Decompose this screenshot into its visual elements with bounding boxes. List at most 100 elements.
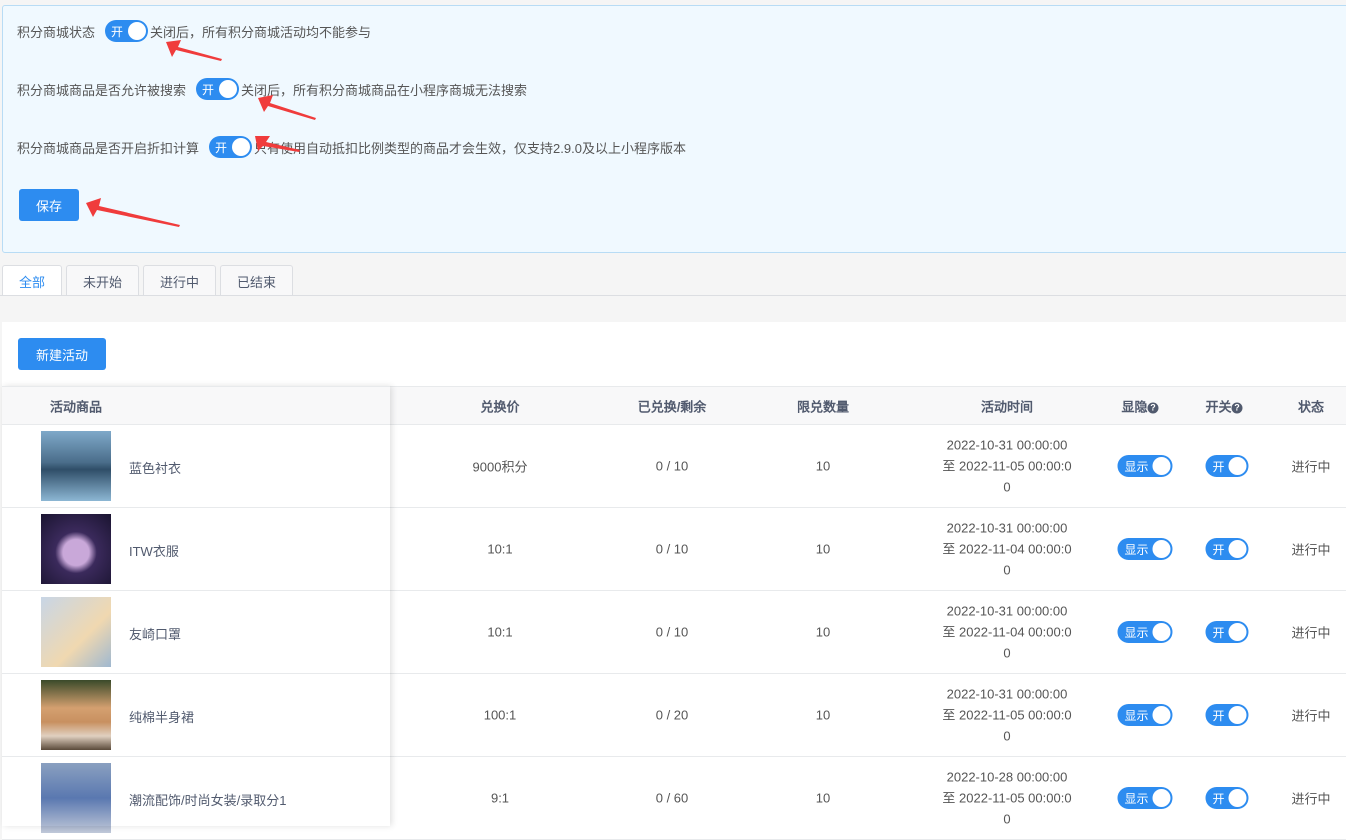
status-text: 进行中 (1291, 625, 1331, 641)
arrow-icon (166, 40, 222, 61)
exchanged-remaining: 0 / 10 (655, 541, 689, 557)
table-row: 潮流配饰/时尚女装/录取分1 9:1 0 / 60 10 2022-10-28 … (2, 757, 1346, 840)
help-icon[interactable]: ? (1231, 402, 1243, 414)
col-exchanged: 已兑换/剩余 (637, 399, 707, 414)
new-activity-button[interactable]: 新建活动 (18, 338, 106, 370)
enable-switch[interactable]: 开 (1205, 704, 1249, 726)
switch-text: 开 (1212, 542, 1225, 557)
price: 9000积分 (472, 459, 528, 475)
price: 10:1 (487, 624, 513, 640)
product-name: 友崎口罩 (129, 627, 182, 642)
tab-ended[interactable]: 已结束 (220, 265, 294, 296)
table-row: 纯棉半身裙 100:1 0 / 20 10 2022-10-31 00:00:0… (2, 674, 1346, 757)
time-end-wrap: 0 (1003, 811, 1011, 827)
limit-quantity: 10 (815, 458, 831, 474)
product-thumbnail (41, 431, 111, 501)
exchanged-remaining: 0 / 10 (655, 458, 689, 474)
product-thumbnail (41, 514, 111, 584)
status-text: 进行中 (1291, 542, 1331, 558)
col-product: 活动商品 (49, 399, 103, 414)
visibility-switch[interactable]: 显示 (1117, 538, 1173, 560)
col-switch: 开关? (1205, 396, 1243, 415)
enable-switch[interactable]: 开 (1205, 538, 1249, 560)
switch-knob (1152, 457, 1171, 475)
activity-time: 2022-10-31 00:00:00 至 2022-11-04 00:00:0 0 (942, 518, 1071, 581)
visibility-switch[interactable]: 显示 (1117, 704, 1173, 726)
activity-time: 2022-10-28 00:00:00 至 2022-11-05 00:00:0 0 (942, 767, 1071, 830)
exchanged-remaining: 0 / 20 (655, 707, 689, 723)
col-visible-label: 显隐 (1121, 399, 1148, 414)
product-thumbnail (41, 763, 111, 833)
status-tabs: 全部 未开始 进行中 已结束 (2, 265, 294, 296)
switch-text: 开 (1212, 459, 1225, 474)
col-visible: 显隐? (1121, 396, 1159, 415)
switch-knob (1152, 540, 1171, 558)
time-end: 至 2022-11-05 00:00:0 (942, 707, 1072, 723)
switch-knob (1152, 706, 1171, 724)
table-header: 活动商品 兑换价 已兑换/剩余 限兑数量 活动时间 显隐? 开关? 状态 (2, 386, 1346, 425)
exchanged-remaining: 0 / 60 (655, 790, 689, 806)
time-start: 2022-10-31 00:00:00 (946, 603, 1068, 619)
switch-text: 开 (1212, 791, 1225, 806)
enable-switch[interactable]: 开 (1205, 787, 1249, 809)
visibility-switch[interactable]: 显示 (1117, 455, 1173, 477)
product-name: 纯棉半身裙 (129, 710, 195, 725)
time-start: 2022-10-31 00:00:00 (946, 520, 1068, 536)
product-name: 蓝色衬衣 (129, 461, 182, 476)
switch-text: 显示 (1124, 459, 1149, 474)
time-start: 2022-10-31 00:00:00 (946, 686, 1068, 702)
arrow-icon (255, 136, 300, 152)
col-time: 活动时间 (980, 399, 1034, 414)
time-end: 至 2022-11-05 00:00:0 (942, 790, 1072, 806)
table-row: ITW衣服 10:1 0 / 10 10 2022-10-31 00:00:00… (2, 508, 1346, 591)
status-text: 进行中 (1291, 459, 1331, 475)
visibility-switch[interactable]: 显示 (1117, 621, 1173, 643)
tab-not-started[interactable]: 未开始 (66, 265, 140, 296)
switch-knob (1228, 623, 1247, 641)
product-name: ITW衣服 (129, 544, 179, 559)
col-price: 兑换价 (480, 399, 520, 414)
tab-all[interactable]: 全部 (2, 265, 63, 296)
time-end-wrap: 0 (1003, 562, 1011, 578)
annotation-arrows (86, 40, 316, 227)
enable-switch[interactable]: 开 (1205, 621, 1249, 643)
tab-in-progress[interactable]: 进行中 (143, 265, 217, 296)
activity-time: 2022-10-31 00:00:00 至 2022-11-04 00:00:0 0 (942, 601, 1071, 664)
switch-text: 显示 (1124, 708, 1149, 723)
switch-text: 开 (1212, 708, 1225, 723)
status-text: 进行中 (1291, 791, 1331, 807)
price: 10:1 (487, 541, 513, 557)
arrow-icon (258, 95, 316, 120)
activity-time: 2022-10-31 00:00:00 至 2022-11-05 00:00:0 0 (942, 684, 1071, 747)
switch-text: 开 (1212, 625, 1225, 640)
time-end-wrap: 0 (1003, 479, 1011, 495)
visibility-switch[interactable]: 显示 (1117, 787, 1173, 809)
tab-divider (0, 295, 1346, 296)
time-end: 至 2022-11-05 00:00:0 (942, 458, 1072, 474)
table-row: 友崎口罩 10:1 0 / 10 10 2022-10-31 00:00:00 至… (2, 591, 1346, 674)
col-limit: 限兑数量 (796, 399, 850, 414)
col-status: 状态 (1297, 399, 1325, 414)
product-thumbnail (41, 680, 111, 750)
product-thumbnail (41, 597, 111, 667)
exchanged-remaining: 0 / 10 (655, 624, 689, 640)
enable-switch[interactable]: 开 (1205, 455, 1249, 477)
arrow-icon (86, 198, 180, 227)
limit-quantity: 10 (815, 541, 831, 557)
switch-text: 显示 (1124, 625, 1149, 640)
switch-knob (1152, 789, 1171, 807)
time-end-wrap: 0 (1003, 728, 1011, 744)
help-icon[interactable]: ? (1147, 402, 1159, 414)
switch-text: 显示 (1124, 791, 1149, 806)
switch-knob (1152, 623, 1171, 641)
limit-quantity: 10 (815, 790, 831, 806)
status-text: 进行中 (1291, 708, 1331, 724)
switch-knob (1228, 540, 1247, 558)
time-start: 2022-10-28 00:00:00 (946, 769, 1068, 785)
switch-knob (1228, 457, 1247, 475)
table-row: 蓝色衬衣 9000积分 0 / 10 10 2022-10-31 00:00:0… (2, 425, 1346, 508)
limit-quantity: 10 (815, 624, 831, 640)
time-end: 至 2022-11-04 00:00:0 (942, 624, 1072, 640)
switch-text: 显示 (1124, 542, 1149, 557)
time-end-wrap: 0 (1003, 645, 1011, 661)
